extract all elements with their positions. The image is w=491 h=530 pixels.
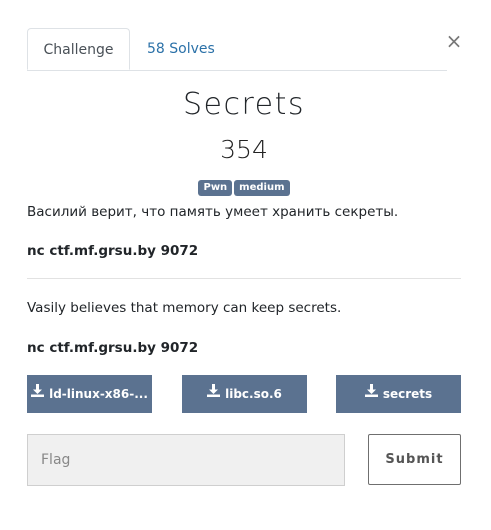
tag-category: Pwn xyxy=(198,180,233,196)
challenge-points: 354 xyxy=(220,135,268,164)
challenge-files: ld-linux-x86-... libc.so.6 secrets xyxy=(27,375,461,413)
file-label: libc.so.6 xyxy=(225,387,282,401)
connection-command-ru: nc ctf.mf.grsu.by 9072 xyxy=(27,243,199,259)
tag-difficulty: medium xyxy=(234,180,290,196)
challenge-tabs: Challenge 58 Solves xyxy=(27,28,447,71)
connection-command-en: nc ctf.mf.grsu.by 9072 xyxy=(27,340,199,356)
file-label: ld-linux-x86-... xyxy=(49,387,148,401)
file-label: secrets xyxy=(382,387,433,401)
download-icon xyxy=(207,375,221,412)
tab-solves[interactable]: 58 Solves xyxy=(147,28,215,69)
challenge-tags: Pwn medium xyxy=(27,180,461,196)
submit-button[interactable]: Submit xyxy=(368,434,461,485)
file-download-secrets[interactable]: secrets xyxy=(336,375,461,413)
file-download-libc[interactable]: libc.so.6 xyxy=(182,375,307,413)
download-icon xyxy=(31,375,45,412)
description-ru: Василий верит, что память умеет хранить … xyxy=(27,204,399,220)
challenge-name: Secrets xyxy=(182,87,306,122)
file-download-ld-linux[interactable]: ld-linux-x86-... xyxy=(27,375,152,413)
description-en: Vasily believes that memory can keep sec… xyxy=(27,300,342,316)
download-icon xyxy=(364,375,378,412)
tab-challenge[interactable]: Challenge xyxy=(27,28,130,70)
flag-input[interactable] xyxy=(27,434,345,486)
description-divider xyxy=(27,278,461,279)
challenge-modal: Challenge 58 Solves × Secrets 354 Pwn me… xyxy=(0,0,491,530)
close-icon[interactable]: × xyxy=(445,30,463,52)
